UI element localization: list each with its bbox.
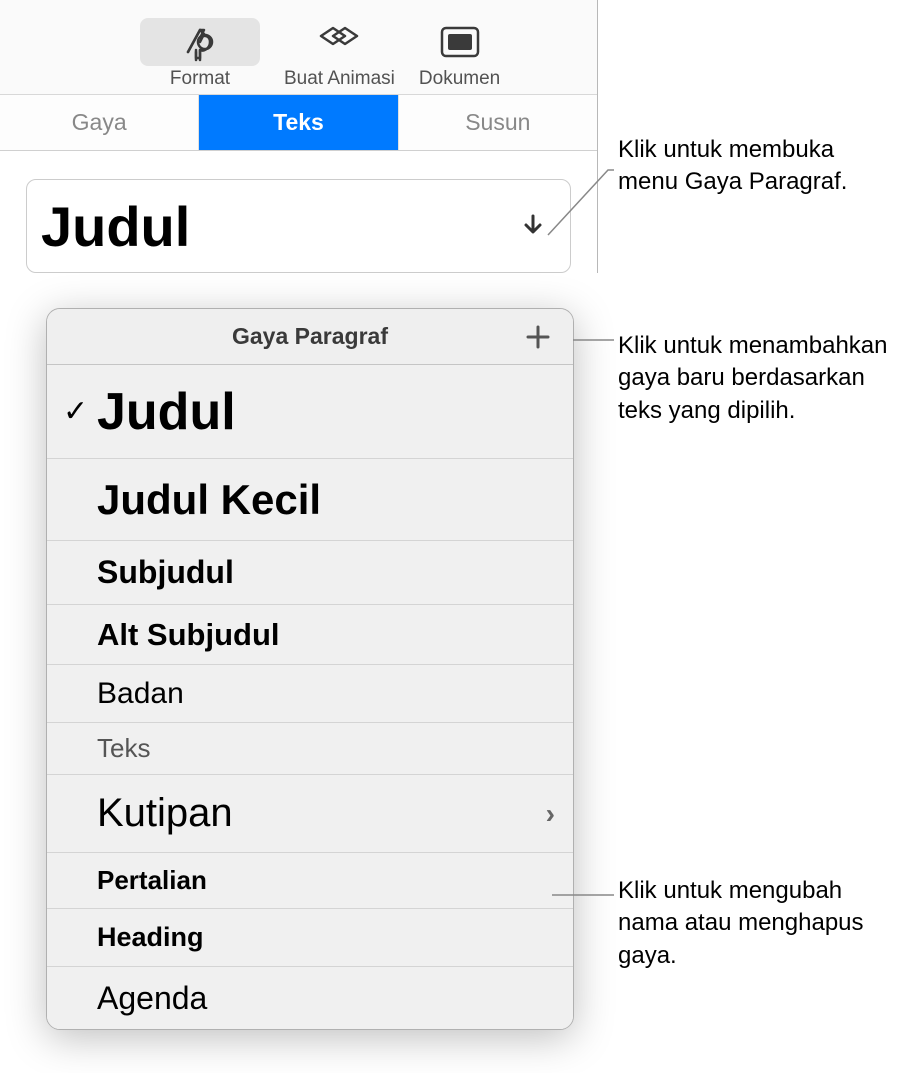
format-label: Format bbox=[170, 68, 230, 90]
callout-rename-delete: Klik untuk mengubah nama atau menghapus … bbox=[618, 875, 898, 972]
tab-style[interactable]: Gaya bbox=[0, 95, 199, 150]
style-item-teks[interactable]: Teks bbox=[47, 723, 573, 775]
style-item-label: Badan bbox=[97, 677, 555, 711]
paragraph-style-dropdown[interactable]: Judul bbox=[26, 179, 571, 273]
style-item-label: Pertalian bbox=[97, 865, 555, 896]
inspector-panel: Format Buat Animasi Dokumen Gaya Teks bbox=[0, 0, 598, 273]
add-style-button[interactable] bbox=[521, 320, 555, 354]
style-item-label: Teks bbox=[97, 733, 555, 764]
paragraph-style-popover: Gaya Paragraf Judul Judul Kecil Subjudul Al… bbox=[46, 308, 574, 1030]
chevron-right-icon[interactable]: › bbox=[546, 798, 555, 830]
paragraph-style-area: Judul bbox=[0, 151, 597, 273]
document-button[interactable]: Dokumen bbox=[419, 18, 500, 90]
document-label: Dokumen bbox=[419, 68, 500, 90]
style-item-badan[interactable]: Badan bbox=[47, 665, 573, 723]
current-style-name: Judul bbox=[41, 194, 190, 259]
style-item-pertalian[interactable]: Pertalian bbox=[47, 853, 573, 909]
animate-label: Buat Animasi bbox=[284, 68, 395, 90]
inspector-tabs: Gaya Teks Susun bbox=[0, 95, 597, 151]
style-list: Judul Judul Kecil Subjudul Alt Subjudul Bada… bbox=[47, 365, 573, 1029]
format-icon bbox=[140, 18, 260, 66]
style-item-label: Judul Kecil bbox=[97, 476, 555, 524]
plus-icon bbox=[524, 323, 552, 351]
animate-button[interactable]: Buat Animasi bbox=[284, 18, 395, 90]
callout-add-style: Klik untuk menambahkan gaya baru berdasa… bbox=[618, 330, 898, 427]
popover-header: Gaya Paragraf bbox=[47, 309, 573, 365]
style-item-label: Judul bbox=[97, 382, 555, 442]
style-item-kutipan[interactable]: Kutipan› bbox=[47, 775, 573, 853]
style-item-subjudul[interactable]: Subjudul bbox=[47, 541, 573, 605]
style-item-label: Kutipan bbox=[97, 791, 546, 836]
callout-open-menu: Klik untuk membuka menu Gaya Paragraf. bbox=[618, 134, 898, 199]
document-icon bbox=[435, 18, 485, 66]
top-toolbar: Format Buat Animasi Dokumen bbox=[0, 0, 597, 95]
style-item-label: Heading bbox=[97, 922, 555, 953]
style-item-alt-subjudul[interactable]: Alt Subjudul bbox=[47, 605, 573, 665]
style-item-judul-kecil[interactable]: Judul Kecil bbox=[47, 459, 573, 541]
style-item-heading[interactable]: Heading bbox=[47, 909, 573, 967]
style-item-label: Alt Subjudul bbox=[97, 617, 555, 653]
format-button[interactable]: Format bbox=[140, 18, 260, 90]
style-item-judul[interactable]: Judul bbox=[47, 365, 573, 459]
tab-text[interactable]: Teks bbox=[199, 95, 398, 150]
popover-title: Gaya Paragraf bbox=[232, 323, 388, 350]
tab-arrange[interactable]: Susun bbox=[399, 95, 597, 150]
chevron-down-icon bbox=[518, 211, 548, 241]
animate-icon bbox=[314, 18, 364, 66]
style-item-label: Subjudul bbox=[97, 554, 555, 591]
style-item-agenda[interactable]: Agenda bbox=[47, 967, 573, 1029]
style-item-label: Agenda bbox=[97, 980, 555, 1017]
